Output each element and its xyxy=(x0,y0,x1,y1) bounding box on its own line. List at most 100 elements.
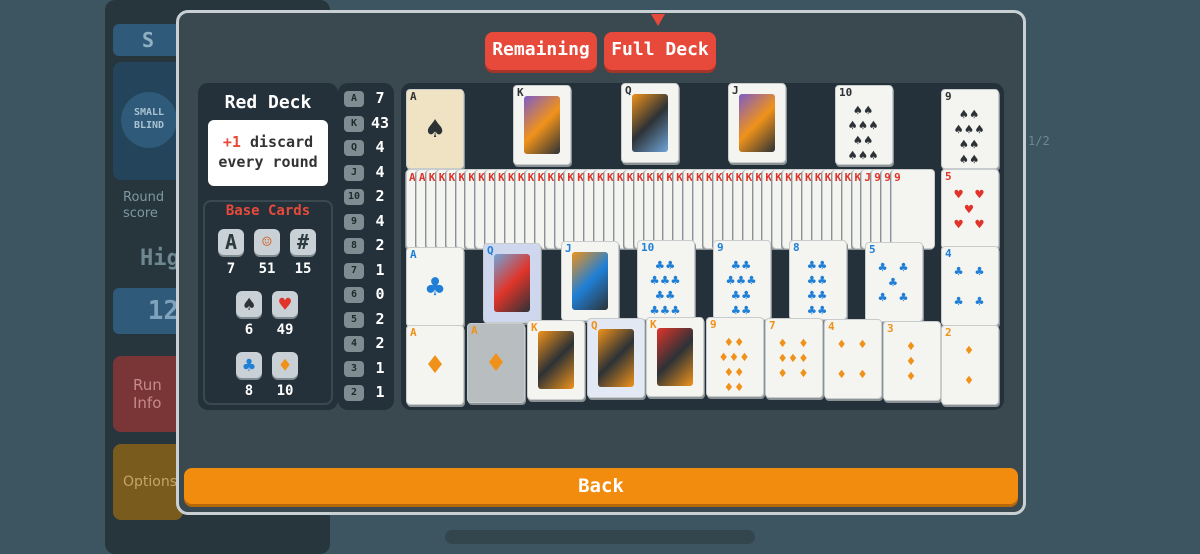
base-cards-title: Base Cards xyxy=(225,203,311,219)
card-rank: K xyxy=(854,171,862,184)
card-club-8[interactable]: 8 ♣♣ ♣♣ ♣♣ ♣♣ xyxy=(789,240,847,320)
tab-full-deck[interactable]: Full Deck xyxy=(604,32,716,70)
card-rank: K xyxy=(498,171,505,184)
card-diamond-king-2[interactable]: K xyxy=(646,317,704,397)
card-spade-10[interactable]: 10 ♠♠ ♠♠♠ ♠♠ ♠♠♠ xyxy=(835,85,893,165)
card-rank: K xyxy=(527,171,535,184)
card-club-ace[interactable]: A ♣ xyxy=(406,247,464,327)
blind-header: S xyxy=(113,24,183,56)
card-diamond-3[interactable]: 3 ♦ ♦ ♦ xyxy=(883,321,941,401)
diamond-pips-icon: ♦♦ ♦♦♦ ♦♦ ♦♦ xyxy=(719,335,751,396)
ace-icon: A xyxy=(218,229,244,255)
card-rank: K xyxy=(448,171,456,184)
tab-remaining[interactable]: Remaining xyxy=(485,32,597,70)
deck-desc-line-1: discard xyxy=(249,133,314,151)
card-rank: K xyxy=(805,171,812,184)
heart-icon: ♥ xyxy=(272,291,298,317)
card-club-9[interactable]: 9 ♣♣ ♣♣♣ ♣♣ ♣♣ xyxy=(713,240,771,320)
card-rank: K xyxy=(765,171,773,184)
card-club-jack[interactable]: J xyxy=(561,241,619,321)
club-count: 8 xyxy=(244,383,254,399)
club-pips-icon: ♣♣ ♣♣ ♣♣ ♣♣ xyxy=(807,258,829,319)
card-diamond-7[interactable]: 7 ♦ ♦ ♦♦♦ ♦ ♦ xyxy=(765,318,823,398)
card-diamond-ace-2[interactable]: A ♦ xyxy=(467,323,525,403)
club-icon: ♣ xyxy=(236,352,262,378)
card-spade-9[interactable]: 9 ♠♠ ♠♠♠ ♠♠ ♠♠ xyxy=(941,89,999,169)
card-rank: 9 xyxy=(884,171,891,184)
ace-count: 7 xyxy=(226,261,236,277)
card-spade-queen[interactable]: Q xyxy=(621,83,679,163)
card-rank: A xyxy=(410,326,417,339)
card-rank: K xyxy=(666,171,674,184)
card-rank: K xyxy=(587,171,594,184)
card-rank: K xyxy=(557,171,565,184)
card-rank: K xyxy=(478,171,485,184)
card-rank: K xyxy=(636,171,644,184)
fan-card[interactable]: 9 xyxy=(891,169,936,249)
diamond-pips-icon: ♦ ♦ ♦ ♦ xyxy=(837,337,869,383)
card-rank: 3 xyxy=(887,322,894,335)
rank-count: 0 xyxy=(375,285,385,303)
card-rank: K xyxy=(438,171,446,184)
card-rank: K xyxy=(725,171,733,184)
card-rank: 5 xyxy=(945,170,952,183)
diamond-icon: ♦ xyxy=(272,352,298,378)
card-spade-ace[interactable]: A ♠ xyxy=(406,89,464,169)
card-rank: 9 xyxy=(874,171,881,184)
high-score-label: Hig xyxy=(140,246,180,271)
card-club-10[interactable]: 10 ♣♣ ♣♣♣ ♣♣ ♣♣♣ xyxy=(637,240,695,320)
rank-badge: A xyxy=(344,91,364,107)
spade-pips-icon: ♠♠ ♠♠♠ ♠♠ ♠♠ xyxy=(954,107,986,168)
card-rank: K xyxy=(755,171,763,184)
card-rank: K xyxy=(735,171,743,184)
rank-badge: 8 xyxy=(344,238,364,254)
card-spade-king[interactable]: K xyxy=(513,85,571,165)
card-rank: K xyxy=(676,171,683,184)
deck-description: +1 discard every round xyxy=(208,120,328,186)
rank-count: 1 xyxy=(375,358,385,377)
club-pips-icon: ♣♣ ♣♣♣ ♣♣ ♣♣ xyxy=(726,258,758,319)
card-rank: A xyxy=(410,90,417,103)
card-rank: K xyxy=(468,171,476,184)
card-rank: 9 xyxy=(945,90,952,103)
card-diamond-9[interactable]: 9 ♦♦ ♦♦♦ ♦♦ ♦♦ xyxy=(706,317,764,397)
card-club-4[interactable]: 4 ♣ ♣ ♣ ♣ xyxy=(941,246,999,326)
card-rank: A xyxy=(409,171,416,184)
card-rank: K xyxy=(706,171,713,184)
rank-badge: 2 xyxy=(344,385,364,401)
card-rank: K xyxy=(795,171,802,184)
card-club-queen[interactable]: Q xyxy=(483,243,541,323)
deck-title: Red Deck xyxy=(224,92,312,113)
rank-badge: 5 xyxy=(344,311,364,328)
card-rank: K xyxy=(626,171,634,184)
card-diamond-queen[interactable]: Q xyxy=(587,318,645,398)
card-diamond-4[interactable]: 4 ♦ ♦ ♦ ♦ xyxy=(824,319,882,399)
card-heart-5[interactable]: 5 ♥ ♥ ♥ ♥ ♥ xyxy=(941,169,999,249)
rank-badge: 10 xyxy=(344,189,364,205)
rank-count: 43 xyxy=(370,113,390,132)
card-diamond-ace[interactable]: A ♦ xyxy=(406,325,464,405)
rank-badge: 7 xyxy=(344,262,364,279)
card-rank: K xyxy=(428,171,436,184)
jack-face-icon xyxy=(739,94,775,152)
card-rank: K xyxy=(517,86,524,99)
queen-face-icon xyxy=(632,94,668,152)
card-rank: 4 xyxy=(945,247,952,260)
rank-count: 2 xyxy=(375,309,385,328)
spade-icon: ♠ xyxy=(425,112,445,147)
card-rank: A xyxy=(410,248,417,261)
rank-badge: 4 xyxy=(344,336,364,352)
king-face-icon xyxy=(524,96,560,154)
card-rank: J xyxy=(864,171,872,184)
rank-badge: Q xyxy=(344,140,364,156)
card-diamond-2[interactable]: 2 ♦ ♦ xyxy=(941,325,999,405)
rank-badge: 3 xyxy=(344,360,364,377)
back-button[interactable]: Back xyxy=(184,468,1018,504)
spade-count: 6 xyxy=(244,322,254,338)
queen-face-icon xyxy=(494,254,530,312)
card-club-5[interactable]: 5 ♣ ♣ ♣ ♣ ♣ xyxy=(865,242,923,322)
card-spade-jack[interactable]: J xyxy=(728,83,786,163)
card-diamond-king[interactable]: K xyxy=(527,320,585,400)
card-rank: K xyxy=(567,171,575,184)
diamond-icon: ♦ xyxy=(425,348,445,383)
